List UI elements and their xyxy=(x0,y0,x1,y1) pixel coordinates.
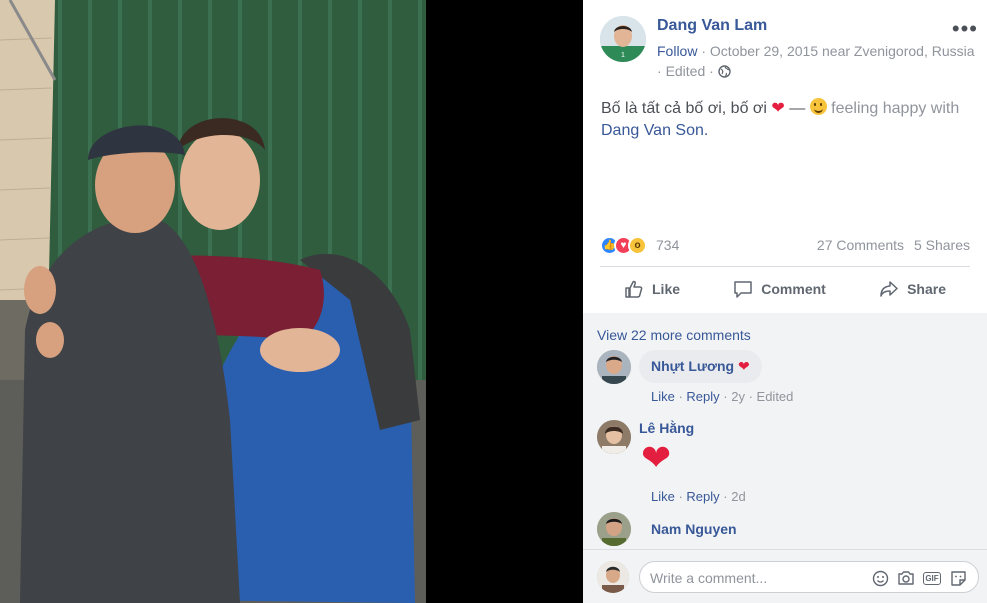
comment-time[interactable]: 2y xyxy=(731,389,745,404)
view-more-comments-link[interactable]: View 22 more comments xyxy=(597,327,751,343)
comment-bubble: Nhựt Lương ❤ xyxy=(639,350,762,383)
commenter-avatar[interactable] xyxy=(597,350,631,384)
comment-text: ❤ xyxy=(641,437,672,478)
feeling-text: feeling happy with xyxy=(826,100,960,117)
svg-text:1: 1 xyxy=(621,52,625,59)
avatar-image: 1 xyxy=(600,16,646,62)
globe-icon[interactable] xyxy=(718,65,731,78)
shares-count[interactable]: 5 Shares xyxy=(914,237,970,253)
reaction-icons[interactable]: 👍 ♥ o xyxy=(600,236,656,256)
comment-reply-link[interactable]: Reply xyxy=(686,389,719,404)
comment-edited[interactable]: Edited xyxy=(757,389,794,404)
avatar-image xyxy=(597,561,629,593)
meta-separator: · xyxy=(697,43,710,59)
comment-time[interactable]: 2d xyxy=(731,489,745,504)
divider xyxy=(600,266,970,267)
wow-reaction-icon: o xyxy=(628,236,647,255)
author-avatar[interactable]: 1 xyxy=(600,16,646,62)
gif-label: GIF xyxy=(923,571,941,585)
like-label: Like xyxy=(652,281,681,297)
tagged-person-link[interactable]: Dang Van Son xyxy=(601,122,704,139)
share-label: Share xyxy=(907,281,946,297)
share-arrow-icon xyxy=(880,281,898,297)
comment-input-box[interactable]: GIF xyxy=(639,561,979,593)
camera-icon[interactable] xyxy=(896,568,916,588)
comments-section: View 22 more comments Nhựt Lương ❤ Like … xyxy=(583,313,987,549)
reactions-bar: 👍 ♥ o 734 27 Comments 5 Shares xyxy=(600,234,970,258)
comment-input[interactable] xyxy=(650,568,860,588)
comment-icon xyxy=(734,281,753,298)
edited-label[interactable]: Edited xyxy=(666,63,706,79)
thumbs-up-icon xyxy=(625,280,643,298)
photo-illustration xyxy=(0,0,426,603)
comment-text: ❤ xyxy=(738,358,750,374)
tagged-end: . xyxy=(703,122,709,139)
commenter-name[interactable]: Lê Hằng xyxy=(639,420,694,436)
post-text-dash: — xyxy=(784,100,810,117)
comment-label: Comment xyxy=(761,281,826,297)
post-location[interactable]: near Zvenigorod, Russia xyxy=(822,43,975,59)
comment-actions: Like · Reply · 2y · Edited xyxy=(651,389,794,404)
photo-pane[interactable] xyxy=(0,0,583,603)
avatar-image xyxy=(597,350,631,384)
post-text-main: Bố là tất cả bố ơi, bố ơi xyxy=(601,100,772,117)
sticker-icon[interactable] xyxy=(948,568,968,588)
comment-like-link[interactable]: Like xyxy=(651,389,675,404)
post-photo[interactable] xyxy=(0,0,426,603)
happy-face-icon xyxy=(809,98,827,115)
post-date[interactable]: October 29, 2015 xyxy=(710,43,818,59)
composer-tools: GIF xyxy=(864,568,968,588)
commenter-avatar[interactable] xyxy=(597,512,631,546)
comments-count[interactable]: 27 Comments xyxy=(817,237,904,253)
post-text: Bố là tất cả bố ơi, bố ơi ❤ — feeling ha… xyxy=(601,98,971,142)
avatar-image xyxy=(597,512,631,546)
meta-separator: · xyxy=(657,63,666,79)
post-actions: Like Comment Share xyxy=(600,272,970,306)
more-options-icon[interactable]: ••• xyxy=(952,16,978,42)
post-sidebar: 1 Dang Van Lam Follow · October 29, 2015… xyxy=(583,0,987,603)
photo-viewer: 1 Dang Van Lam Follow · October 29, 2015… xyxy=(0,0,987,603)
comment-composer: GIF xyxy=(583,549,987,603)
emoji-icon[interactable] xyxy=(870,568,890,588)
avatar-image xyxy=(597,420,631,454)
comment-button[interactable]: Comment xyxy=(733,272,826,306)
post-header: 1 Dang Van Lam Follow · October 29, 2015… xyxy=(600,14,980,84)
engagement-counts: 27 Comments 5 Shares xyxy=(811,237,970,253)
gif-icon[interactable]: GIF xyxy=(922,568,942,588)
post-meta: Follow · October 29, 2015 near Zvenigoro… xyxy=(657,41,977,81)
share-button[interactable]: Share xyxy=(879,272,946,306)
commenter-name[interactable]: Nhựt Lương xyxy=(651,358,734,374)
author-name[interactable]: Dang Van Lam xyxy=(657,17,767,35)
heart-emoji-icon: ❤ xyxy=(771,100,785,117)
comment-reply-link[interactable]: Reply xyxy=(686,489,719,504)
meta-separator: · xyxy=(705,63,718,79)
comment-actions: Like · Reply · 2d xyxy=(651,489,746,504)
comment-like-link[interactable]: Like xyxy=(651,489,675,504)
commenter-avatar[interactable] xyxy=(597,420,631,454)
commenter-name[interactable]: Nam Nguyen xyxy=(651,521,737,537)
like-button[interactable]: Like xyxy=(624,272,680,306)
reaction-count[interactable]: 734 xyxy=(656,237,679,253)
follow-link[interactable]: Follow xyxy=(657,43,697,59)
current-user-avatar[interactable] xyxy=(597,561,629,593)
